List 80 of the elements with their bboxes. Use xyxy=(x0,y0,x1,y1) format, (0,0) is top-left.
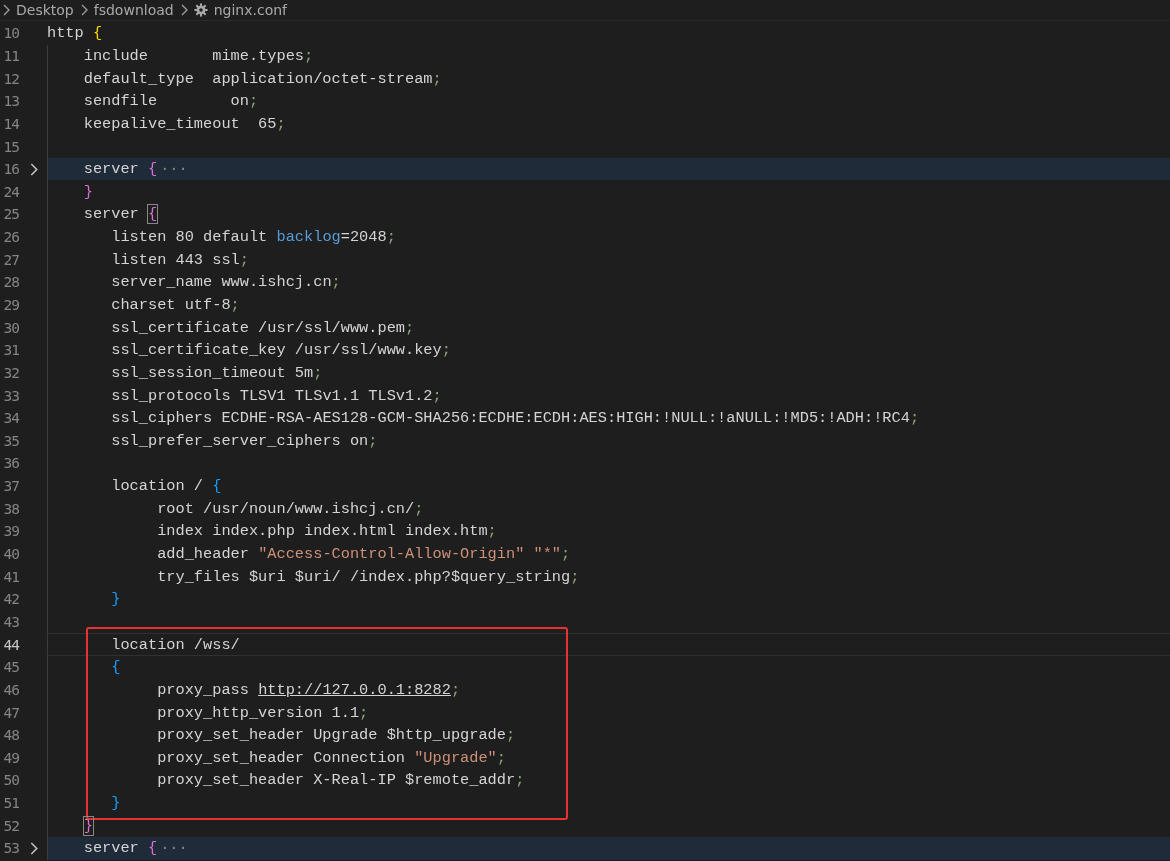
line-number: 53 xyxy=(2,840,19,857)
line-number: 37 xyxy=(2,478,19,495)
chevron-icon xyxy=(79,4,88,16)
line-number: 10 xyxy=(2,25,19,42)
line-number: 47 xyxy=(2,704,19,721)
code-line: ssl_session_timeout 5m; xyxy=(111,363,323,382)
line-number: 26 xyxy=(2,229,19,246)
code-line: proxy_pass http://127.0.0.1:8282; xyxy=(157,680,461,699)
chevron-icon xyxy=(2,4,10,16)
code-line: listen 80 default backlog=2048; xyxy=(111,228,396,247)
code-line: sendfile on; xyxy=(83,92,259,111)
gear-icon xyxy=(193,3,208,17)
line-number: 39 xyxy=(2,523,19,540)
line-number: 30 xyxy=(2,319,19,336)
code-line: ssl_protocols TLSV1 TLSv1.1 TLSv1.2; xyxy=(111,386,442,405)
line-number: 32 xyxy=(2,364,19,381)
line-number: 12 xyxy=(2,70,19,87)
code-line: ssl_ciphers ECDHE-RSA-AES128-GCM-SHA256:ECDHE:ECDH:AES:HIGH:!NULL:!aNULL:!MD5:!ADH:!RC4; xyxy=(111,409,920,428)
code-line: charset utf-8; xyxy=(111,296,240,314)
line-number: 11 xyxy=(2,47,19,64)
code-line: include mime.types; xyxy=(83,46,314,65)
code-line: server { ··· xyxy=(83,839,188,858)
line-number: 25 xyxy=(2,206,19,223)
code-line: index index.php index.html index.htm; xyxy=(157,522,497,541)
line-number: 48 xyxy=(2,727,19,744)
line-number: 24 xyxy=(2,183,19,200)
code-line: proxy_set_header Upgrade $http_upgrade; xyxy=(157,726,516,745)
chevron-icon xyxy=(179,4,188,16)
code-line: server { ··· xyxy=(83,160,188,179)
line-number: 46 xyxy=(2,681,19,698)
line-number: 35 xyxy=(2,432,19,449)
line-number: 49 xyxy=(2,749,19,766)
code-line: add_header "Access-Control-Allow-Origin" "*"; xyxy=(157,545,571,564)
code-line: } xyxy=(111,794,121,813)
line-number: 50 xyxy=(2,772,19,789)
line-number: 31 xyxy=(2,342,19,359)
code-line: keepalive_timeout 65; xyxy=(83,114,286,133)
line-number: 36 xyxy=(2,455,19,472)
code-line: } xyxy=(83,816,93,835)
line-number: 51 xyxy=(2,795,19,812)
code-line: ssl_prefer_server_ciphers on; xyxy=(111,431,378,450)
line-number: 42 xyxy=(2,591,19,608)
line-number: 38 xyxy=(2,500,19,517)
code-line: listen 443 ssl; xyxy=(111,250,249,269)
breadcrumb-folder[interactable]: fsdownload xyxy=(93,2,174,18)
code-line: ssl_certificate /usr/ssl/www.pem; xyxy=(111,318,415,337)
code-line: proxy_http_version 1.1; xyxy=(157,703,369,722)
line-number: 28 xyxy=(2,274,19,291)
line-number: 45 xyxy=(2,659,19,676)
code-line: } xyxy=(111,590,121,609)
line-number: 33 xyxy=(2,387,19,404)
line-number: 34 xyxy=(2,410,19,427)
line-number: 52 xyxy=(2,817,19,834)
code-line: } xyxy=(83,182,93,201)
code-line: proxy_set_header X-Real-IP $remote_addr; xyxy=(157,771,525,790)
code-line: location /wss/ xyxy=(111,635,240,654)
code-line: server { xyxy=(83,205,158,224)
fold-chevron-icon[interactable] xyxy=(28,841,38,855)
line-number: 15 xyxy=(2,138,19,155)
breadcrumb-file[interactable]: nginx.conf xyxy=(213,2,287,18)
line-number: 16 xyxy=(2,161,19,178)
line-number: 43 xyxy=(2,613,19,630)
code-line: location / { xyxy=(111,477,222,496)
code-line: default_type application/octet-stream; xyxy=(83,69,442,88)
code-line: root /usr/noun/www.ishcj.cn/; xyxy=(157,499,424,518)
line-number: 14 xyxy=(2,115,19,132)
line-number: 27 xyxy=(2,251,19,268)
line-number: 41 xyxy=(2,568,19,585)
code-line: server_name www.ishcj.cn; xyxy=(111,273,341,292)
line-number: 13 xyxy=(2,93,19,110)
line-number: 44 xyxy=(2,636,19,653)
code-line: ssl_certificate_key /usr/ssl/www.key; xyxy=(111,341,451,360)
code-line: proxy_set_header Connection "Upgrade"; xyxy=(157,748,506,767)
code-line: { xyxy=(111,658,121,677)
line-number: 40 xyxy=(2,546,19,563)
line-number: 29 xyxy=(2,297,19,313)
fold-chevron-icon[interactable] xyxy=(28,162,38,176)
code-line: http { xyxy=(47,24,103,43)
code-line: try_files $uri $uri/ /index.php?$query_string; xyxy=(157,567,580,586)
breadcrumb-folder[interactable]: Desktop xyxy=(16,2,74,18)
